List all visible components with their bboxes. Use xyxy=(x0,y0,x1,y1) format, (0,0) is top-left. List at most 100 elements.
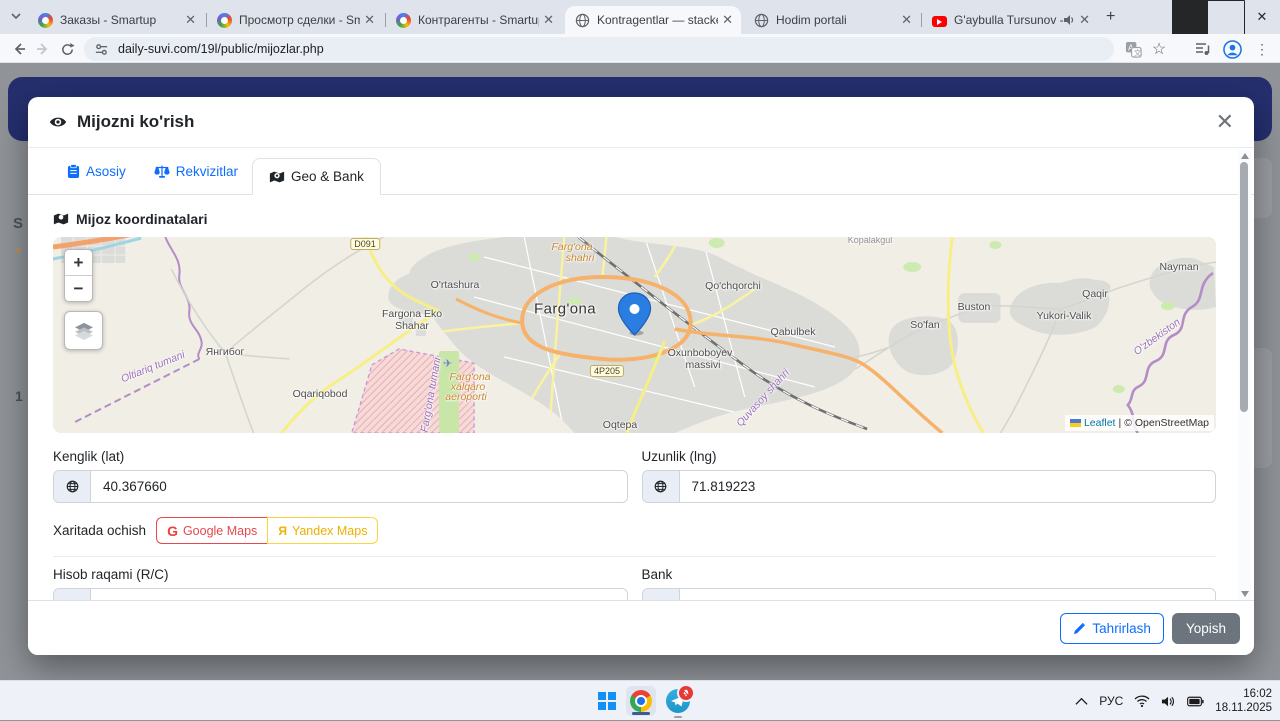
tab-title: Контрагенты - Smartup xyxy=(418,13,540,27)
window-minimize-button[interactable] xyxy=(1172,0,1208,34)
tab-close-icon[interactable]: ✕ xyxy=(543,12,554,28)
smartup-favicon xyxy=(217,12,232,28)
tab-geo-bank[interactable]: Geo & Bank xyxy=(252,158,381,195)
modal-close-icon[interactable]: ✕ xyxy=(1216,111,1234,133)
media-controls-icon[interactable] xyxy=(1192,38,1214,60)
google-maps-label: Google Maps xyxy=(182,523,258,538)
back-button[interactable] xyxy=(8,38,30,60)
leaflet-link[interactable]: Leaflet xyxy=(1084,417,1116,429)
window-close-button[interactable]: ✕ xyxy=(1244,0,1280,34)
browser-tab-2[interactable]: Просмотр сделки - Smart ✕ xyxy=(207,6,383,34)
tab-title: Заказы - Smartup xyxy=(60,13,157,27)
map-place-label: Yukori-Valik xyxy=(1036,310,1092,322)
tray-time: 16:02 xyxy=(1243,687,1272,700)
globe-favicon xyxy=(575,13,590,27)
bookmark-star-icon[interactable]: ☆ xyxy=(1148,38,1170,60)
browser-tab-6[interactable]: G'aybulla Tursunov - C ✕ xyxy=(922,6,1098,34)
close-button[interactable]: Yopish xyxy=(1171,612,1240,644)
forward-button[interactable] xyxy=(32,38,54,60)
zoom-out-button[interactable]: − xyxy=(65,276,92,301)
svg-text:文: 文 xyxy=(1133,47,1141,57)
translate-icon[interactable]: A文 xyxy=(1122,38,1144,60)
modal-scrollbar[interactable] xyxy=(1238,150,1251,600)
lng-input[interactable] xyxy=(679,471,1215,502)
globe-favicon xyxy=(754,13,769,27)
yandex-maps-button[interactable]: Я Yandex Maps xyxy=(267,517,379,544)
map-place-label: Shahar xyxy=(395,320,429,332)
wifi-icon[interactable] xyxy=(1134,695,1150,707)
tab-close-icon[interactable]: ✕ xyxy=(901,12,912,28)
map-location-icon xyxy=(269,171,285,182)
profile-avatar[interactable] xyxy=(1221,38,1243,60)
battery-icon[interactable] xyxy=(1187,696,1204,707)
bank-input-group xyxy=(641,588,1216,600)
telegram-icon xyxy=(666,684,695,718)
tab-title: G'aybulla Tursunov - C xyxy=(954,13,1063,27)
lng-label: Uzunlik (lng) xyxy=(641,449,717,464)
tab-rekvizitlar[interactable]: Rekvizitlar xyxy=(140,155,252,188)
browser-menu-icon[interactable]: ⋮ xyxy=(1251,38,1273,60)
scroll-down-arrow[interactable] xyxy=(1241,591,1249,597)
start-button[interactable] xyxy=(592,686,622,716)
bank-input[interactable] xyxy=(679,589,1215,600)
map-place-label: Oqariqobod xyxy=(292,388,348,400)
tab-close-icon[interactable]: ✕ xyxy=(185,12,196,28)
map-place-label: O'zbekiston xyxy=(1131,316,1183,358)
tab-asosiy[interactable]: Asosiy xyxy=(53,155,140,188)
globe-icon xyxy=(642,471,680,502)
google-maps-button[interactable]: G Google Maps xyxy=(156,517,269,544)
map-layers-button[interactable] xyxy=(64,311,103,350)
volume-icon[interactable] xyxy=(1161,695,1176,708)
telegram-taskbar-button[interactable] xyxy=(663,684,695,718)
refresh-button[interactable] xyxy=(56,38,78,60)
youtube-favicon xyxy=(932,15,947,27)
browser-tab-3[interactable]: Контрагенты - Smartup ✕ xyxy=(386,6,562,34)
account-input[interactable] xyxy=(91,589,627,600)
bank-label: Bank xyxy=(641,567,673,582)
browser-toolbar: daily-suvi.com/19l/public/mijozlar.php A… xyxy=(0,34,1280,63)
site-settings-icon[interactable] xyxy=(94,42,109,57)
map-place-label: Quvasoy shahri xyxy=(734,366,792,430)
browser-tab-5[interactable]: Hodim portali ✕ xyxy=(744,6,920,34)
tab-close-icon[interactable]: ✕ xyxy=(364,12,375,28)
open-app-indicator xyxy=(674,715,682,718)
map-place-label: Farg'ona xyxy=(449,371,491,383)
browser-tab-1[interactable]: Заказы - Smartup ✕ xyxy=(28,6,204,34)
bank-field-icon xyxy=(642,589,680,600)
map-place-label: Qo'chqorchi xyxy=(705,280,761,292)
browser-tab-active[interactable]: Kontragentlar — stacked n ✕ xyxy=(565,6,741,34)
lng-input-group xyxy=(641,470,1216,503)
eye-icon xyxy=(49,117,67,127)
google-logo: G xyxy=(167,522,178,539)
address-bar[interactable]: daily-suvi.com/19l/public/mijozlar.php xyxy=(84,37,1114,61)
zoom-in-button[interactable]: + xyxy=(65,250,92,276)
scroll-up-arrow[interactable] xyxy=(1241,153,1249,159)
chrome-taskbar-button[interactable] xyxy=(626,686,656,716)
lat-input[interactable] xyxy=(91,471,627,502)
osm-link[interactable]: © OpenStreetMap xyxy=(1124,417,1209,429)
tab-label: Geo & Bank xyxy=(291,169,364,184)
url-text: daily-suvi.com/19l/public/mijozlar.php xyxy=(118,42,324,56)
modal-tab-bar: Asosiy Rekvizitlar Geo & Bank xyxy=(28,148,1254,195)
modal-body: Mijoz koordinatalari ✈ Kopalakgul Farg'o… xyxy=(28,195,1254,600)
tray-clock[interactable]: 16:02 18.11.2025 xyxy=(1215,687,1272,716)
windows-taskbar: РУС 16:02 18.11.2025 xyxy=(0,680,1280,720)
map-place-label: aeroporti xyxy=(445,391,487,403)
system-tray: РУС 16:02 18.11.2025 xyxy=(1075,681,1272,721)
language-indicator[interactable]: РУС xyxy=(1099,694,1123,708)
tray-chevron-icon[interactable] xyxy=(1075,697,1088,706)
notification-badge xyxy=(677,684,695,702)
background-dot xyxy=(16,248,21,253)
tab-audio-icon[interactable] xyxy=(1063,14,1075,26)
tab-close-icon[interactable]: ✕ xyxy=(1079,12,1090,28)
tab-close-icon[interactable]: ✕ xyxy=(722,12,733,28)
window-maximize-button[interactable] xyxy=(1207,0,1245,36)
new-tab-button[interactable]: + xyxy=(1106,8,1115,26)
scrollbar-thumb[interactable] xyxy=(1240,162,1248,412)
edit-button[interactable]: Tahrirlash xyxy=(1060,612,1164,644)
open-in-map-label: Xaritada ochish xyxy=(53,523,147,538)
leaflet-map[interactable]: ✈ Kopalakgul Farg'ona shahri O'rtashura … xyxy=(53,237,1216,433)
tab-title: Hodim portali xyxy=(776,13,847,27)
map-place-label: Fargona Eko xyxy=(381,308,443,320)
tab-search-icon[interactable] xyxy=(8,8,24,29)
